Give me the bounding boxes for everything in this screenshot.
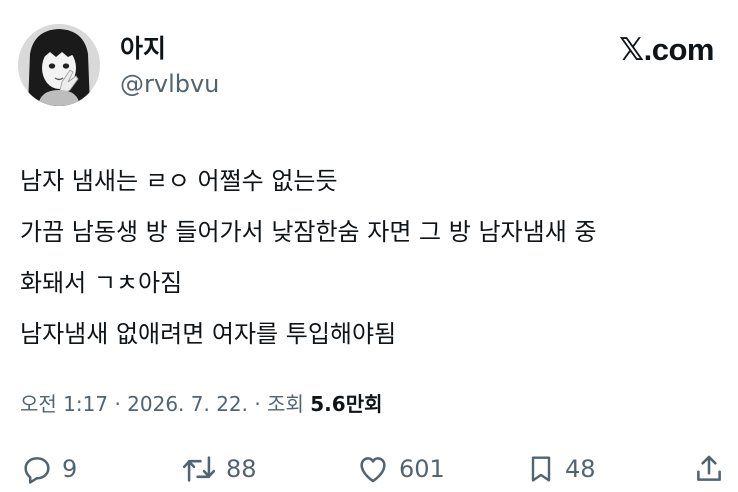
tweet-date[interactable]: 2026. 7. 22. [127,392,248,416]
user-handle[interactable]: @rvlbvu [120,72,219,96]
tweet-line: 남자 냄새는 ㄹㅇ 어쩔수 없는듯 [20,167,338,195]
views-label: 조회 [267,392,304,416]
tweet-line: 화돼서 ㄱㅊ아짐 [20,269,183,297]
tweet-line: 가끔 남동생 방 들어가서 낮잠한숨 자면 그 방 남자냄새 중 [20,218,597,246]
tweet-text: 남자 냄새는 ㄹㅇ 어쩔수 없는듯 가끔 남동생 방 들어가서 낮잠한숨 자면 … [20,156,730,360]
reply-button[interactable]: 9 [20,452,77,486]
tweet-meta: 오전 1:17 · 2026. 7. 22. · 조회 5.6만회 [20,394,383,414]
share-button[interactable] [692,452,726,486]
repost-icon [180,452,218,486]
like-button[interactable]: 601 [355,452,445,486]
like-icon [355,452,391,486]
repost-button[interactable]: 88 [180,452,257,486]
tweet-time[interactable]: 오전 1:17 [20,392,108,416]
bookmark-count: 48 [565,455,596,483]
views-count: 5.6만회 [310,392,383,416]
reply-count: 9 [62,455,78,483]
separator: · [254,392,261,416]
brand-logo[interactable]: 𝕏.com [619,34,714,65]
reply-icon [20,452,54,486]
share-icon [692,452,726,486]
avatar[interactable] [18,24,100,106]
display-name[interactable]: 아지 [120,36,166,61]
tweet-line: 남자냄새 없애려면 여자를 투입해야됨 [20,320,397,348]
action-bar: 9 88 601 48 [0,452,738,492]
bookmark-icon [525,452,557,486]
like-count: 601 [399,455,445,483]
separator: · [114,392,121,416]
bookmark-button[interactable]: 48 [525,452,596,486]
repost-count: 88 [226,455,257,483]
